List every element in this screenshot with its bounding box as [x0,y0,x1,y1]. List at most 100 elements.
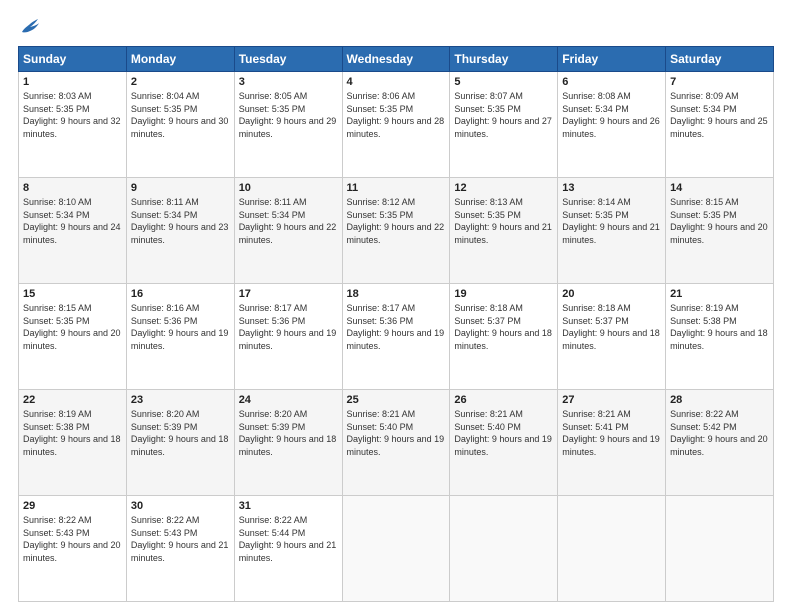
calendar-cell: 20 Sunrise: 8:18 AMSunset: 5:37 PMDayligh… [558,284,666,390]
calendar-cell: 11 Sunrise: 8:12 AMSunset: 5:35 PMDayligh… [342,178,450,284]
day-number: 13 [562,182,661,194]
day-number: 15 [23,288,122,300]
day-info: Sunrise: 8:11 AMSunset: 5:34 PMDaylight:… [239,197,337,245]
calendar-week-0: 1 Sunrise: 8:03 AMSunset: 5:35 PMDaylight… [19,72,774,178]
calendar-cell: 6 Sunrise: 8:08 AMSunset: 5:34 PMDaylight… [558,72,666,178]
calendar-cell: 2Sunrise: 8:04 AMSunset: 5:35 PMDaylight… [126,72,234,178]
day-info: Sunrise: 8:08 AMSunset: 5:34 PMDaylight:… [562,91,660,139]
day-number: 23 [131,394,230,406]
calendar-cell: 29 Sunrise: 8:22 AMSunset: 5:43 PMDayligh… [19,496,127,602]
day-number: 28 [670,394,769,406]
day-number: 2 [131,76,230,88]
day-header-saturday: Saturday [666,47,774,72]
calendar-cell [666,496,774,602]
calendar-week-4: 29 Sunrise: 8:22 AMSunset: 5:43 PMDayligh… [19,496,774,602]
day-info: Sunrise: 8:21 AMSunset: 5:40 PMDaylight:… [454,409,552,457]
day-info: Sunrise: 8:05 AMSunset: 5:35 PMDaylight:… [239,91,337,139]
calendar-cell: 4 Sunrise: 8:06 AMSunset: 5:35 PMDaylight… [342,72,450,178]
calendar-header-row: SundayMondayTuesdayWednesdayThursdayFrid… [19,47,774,72]
day-number: 22 [23,394,122,406]
calendar-cell: 9 Sunrise: 8:11 AMSunset: 5:34 PMDaylight… [126,178,234,284]
day-info: Sunrise: 8:22 AMSunset: 5:44 PMDaylight:… [239,515,337,563]
day-info: Sunrise: 8:12 AMSunset: 5:35 PMDaylight:… [347,197,445,245]
day-number: 6 [562,76,661,88]
day-number: 29 [23,500,122,512]
day-info: Sunrise: 8:22 AMSunset: 5:43 PMDaylight:… [131,515,229,563]
calendar-cell: 13 Sunrise: 8:14 AMSunset: 5:35 PMDayligh… [558,178,666,284]
day-number: 1 [23,76,122,88]
day-info: Sunrise: 8:16 AMSunset: 5:36 PMDaylight:… [131,303,229,351]
day-header-monday: Monday [126,47,234,72]
day-info: Sunrise: 8:15 AMSunset: 5:35 PMDaylight:… [670,197,768,245]
calendar-cell: 21 Sunrise: 8:19 AMSunset: 5:38 PMDayligh… [666,284,774,390]
day-number: 31 [239,500,338,512]
day-number: 19 [454,288,553,300]
day-number: 27 [562,394,661,406]
calendar-cell: 19Sunrise: 8:18 AMSunset: 5:37 PMDayligh… [450,284,558,390]
calendar-cell: 27 Sunrise: 8:21 AMSunset: 5:41 PMDayligh… [558,390,666,496]
calendar-cell: 25 Sunrise: 8:21 AMSunset: 5:40 PMDayligh… [342,390,450,496]
day-number: 21 [670,288,769,300]
day-number: 10 [239,182,338,194]
day-number: 12 [454,182,553,194]
calendar-cell: 8 Sunrise: 8:10 AMSunset: 5:34 PMDaylight… [19,178,127,284]
day-info: Sunrise: 8:09 AMSunset: 5:34 PMDaylight:… [670,91,768,139]
day-number: 4 [347,76,446,88]
calendar-cell: 22Sunrise: 8:19 AMSunset: 5:38 PMDayligh… [19,390,127,496]
day-number: 24 [239,394,338,406]
day-info: Sunrise: 8:21 AMSunset: 5:40 PMDaylight:… [347,409,445,457]
day-info: Sunrise: 8:22 AMSunset: 5:42 PMDaylight:… [670,409,768,457]
calendar-cell: 15 Sunrise: 8:15 AMSunset: 5:35 PMDayligh… [19,284,127,390]
day-info: Sunrise: 8:20 AMSunset: 5:39 PMDaylight:… [131,409,229,457]
calendar-cell: 17Sunrise: 8:17 AMSunset: 5:36 PMDayligh… [234,284,342,390]
day-info: Sunrise: 8:15 AMSunset: 5:35 PMDaylight:… [23,303,121,351]
day-info: Sunrise: 8:19 AMSunset: 5:38 PMDaylight:… [670,303,768,351]
day-number: 26 [454,394,553,406]
day-number: 7 [670,76,769,88]
day-info: Sunrise: 8:11 AMSunset: 5:34 PMDaylight:… [131,197,229,245]
calendar-cell: 26 Sunrise: 8:21 AMSunset: 5:40 PMDayligh… [450,390,558,496]
calendar-cell [342,496,450,602]
calendar-cell: 14 Sunrise: 8:15 AMSunset: 5:35 PMDayligh… [666,178,774,284]
calendar-week-3: 22Sunrise: 8:19 AMSunset: 5:38 PMDayligh… [19,390,774,496]
day-number: 16 [131,288,230,300]
day-number: 20 [562,288,661,300]
day-info: Sunrise: 8:21 AMSunset: 5:41 PMDaylight:… [562,409,660,457]
day-info: Sunrise: 8:18 AMSunset: 5:37 PMDaylight:… [562,303,660,351]
day-info: Sunrise: 8:03 AMSunset: 5:35 PMDaylight:… [23,91,121,139]
day-info: Sunrise: 8:07 AMSunset: 5:35 PMDaylight:… [454,91,552,139]
calendar-cell: 7 Sunrise: 8:09 AMSunset: 5:34 PMDaylight… [666,72,774,178]
day-header-thursday: Thursday [450,47,558,72]
calendar-cell: 3 Sunrise: 8:05 AMSunset: 5:35 PMDaylight… [234,72,342,178]
day-info: Sunrise: 8:13 AMSunset: 5:35 PMDaylight:… [454,197,552,245]
header [18,18,774,36]
calendar-table: SundayMondayTuesdayWednesdayThursdayFrid… [18,46,774,602]
day-number: 5 [454,76,553,88]
calendar-cell: 31 Sunrise: 8:22 AMSunset: 5:44 PMDayligh… [234,496,342,602]
calendar-cell: 24 Sunrise: 8:20 AMSunset: 5:39 PMDayligh… [234,390,342,496]
day-info: Sunrise: 8:10 AMSunset: 5:34 PMDaylight:… [23,197,121,245]
calendar-cell [558,496,666,602]
day-header-friday: Friday [558,47,666,72]
day-number: 8 [23,182,122,194]
day-number: 30 [131,500,230,512]
day-number: 14 [670,182,769,194]
calendar-cell: 10 Sunrise: 8:11 AMSunset: 5:34 PMDayligh… [234,178,342,284]
day-info: Sunrise: 8:06 AMSunset: 5:35 PMDaylight:… [347,91,445,139]
day-info: Sunrise: 8:20 AMSunset: 5:39 PMDaylight:… [239,409,337,457]
day-number: 25 [347,394,446,406]
day-number: 9 [131,182,230,194]
day-number: 11 [347,182,446,194]
day-header-sunday: Sunday [19,47,127,72]
calendar-cell: 23 Sunrise: 8:20 AMSunset: 5:39 PMDayligh… [126,390,234,496]
day-number: 3 [239,76,338,88]
day-header-wednesday: Wednesday [342,47,450,72]
day-info: Sunrise: 8:22 AMSunset: 5:43 PMDaylight:… [23,515,121,563]
calendar-week-1: 8 Sunrise: 8:10 AMSunset: 5:34 PMDaylight… [19,178,774,284]
day-info: Sunrise: 8:14 AMSunset: 5:35 PMDaylight:… [562,197,660,245]
calendar-cell [450,496,558,602]
calendar-cell: 12 Sunrise: 8:13 AMSunset: 5:35 PMDayligh… [450,178,558,284]
day-number: 18 [347,288,446,300]
calendar-week-2: 15 Sunrise: 8:15 AMSunset: 5:35 PMDayligh… [19,284,774,390]
calendar-cell: 28 Sunrise: 8:22 AMSunset: 5:42 PMDayligh… [666,390,774,496]
